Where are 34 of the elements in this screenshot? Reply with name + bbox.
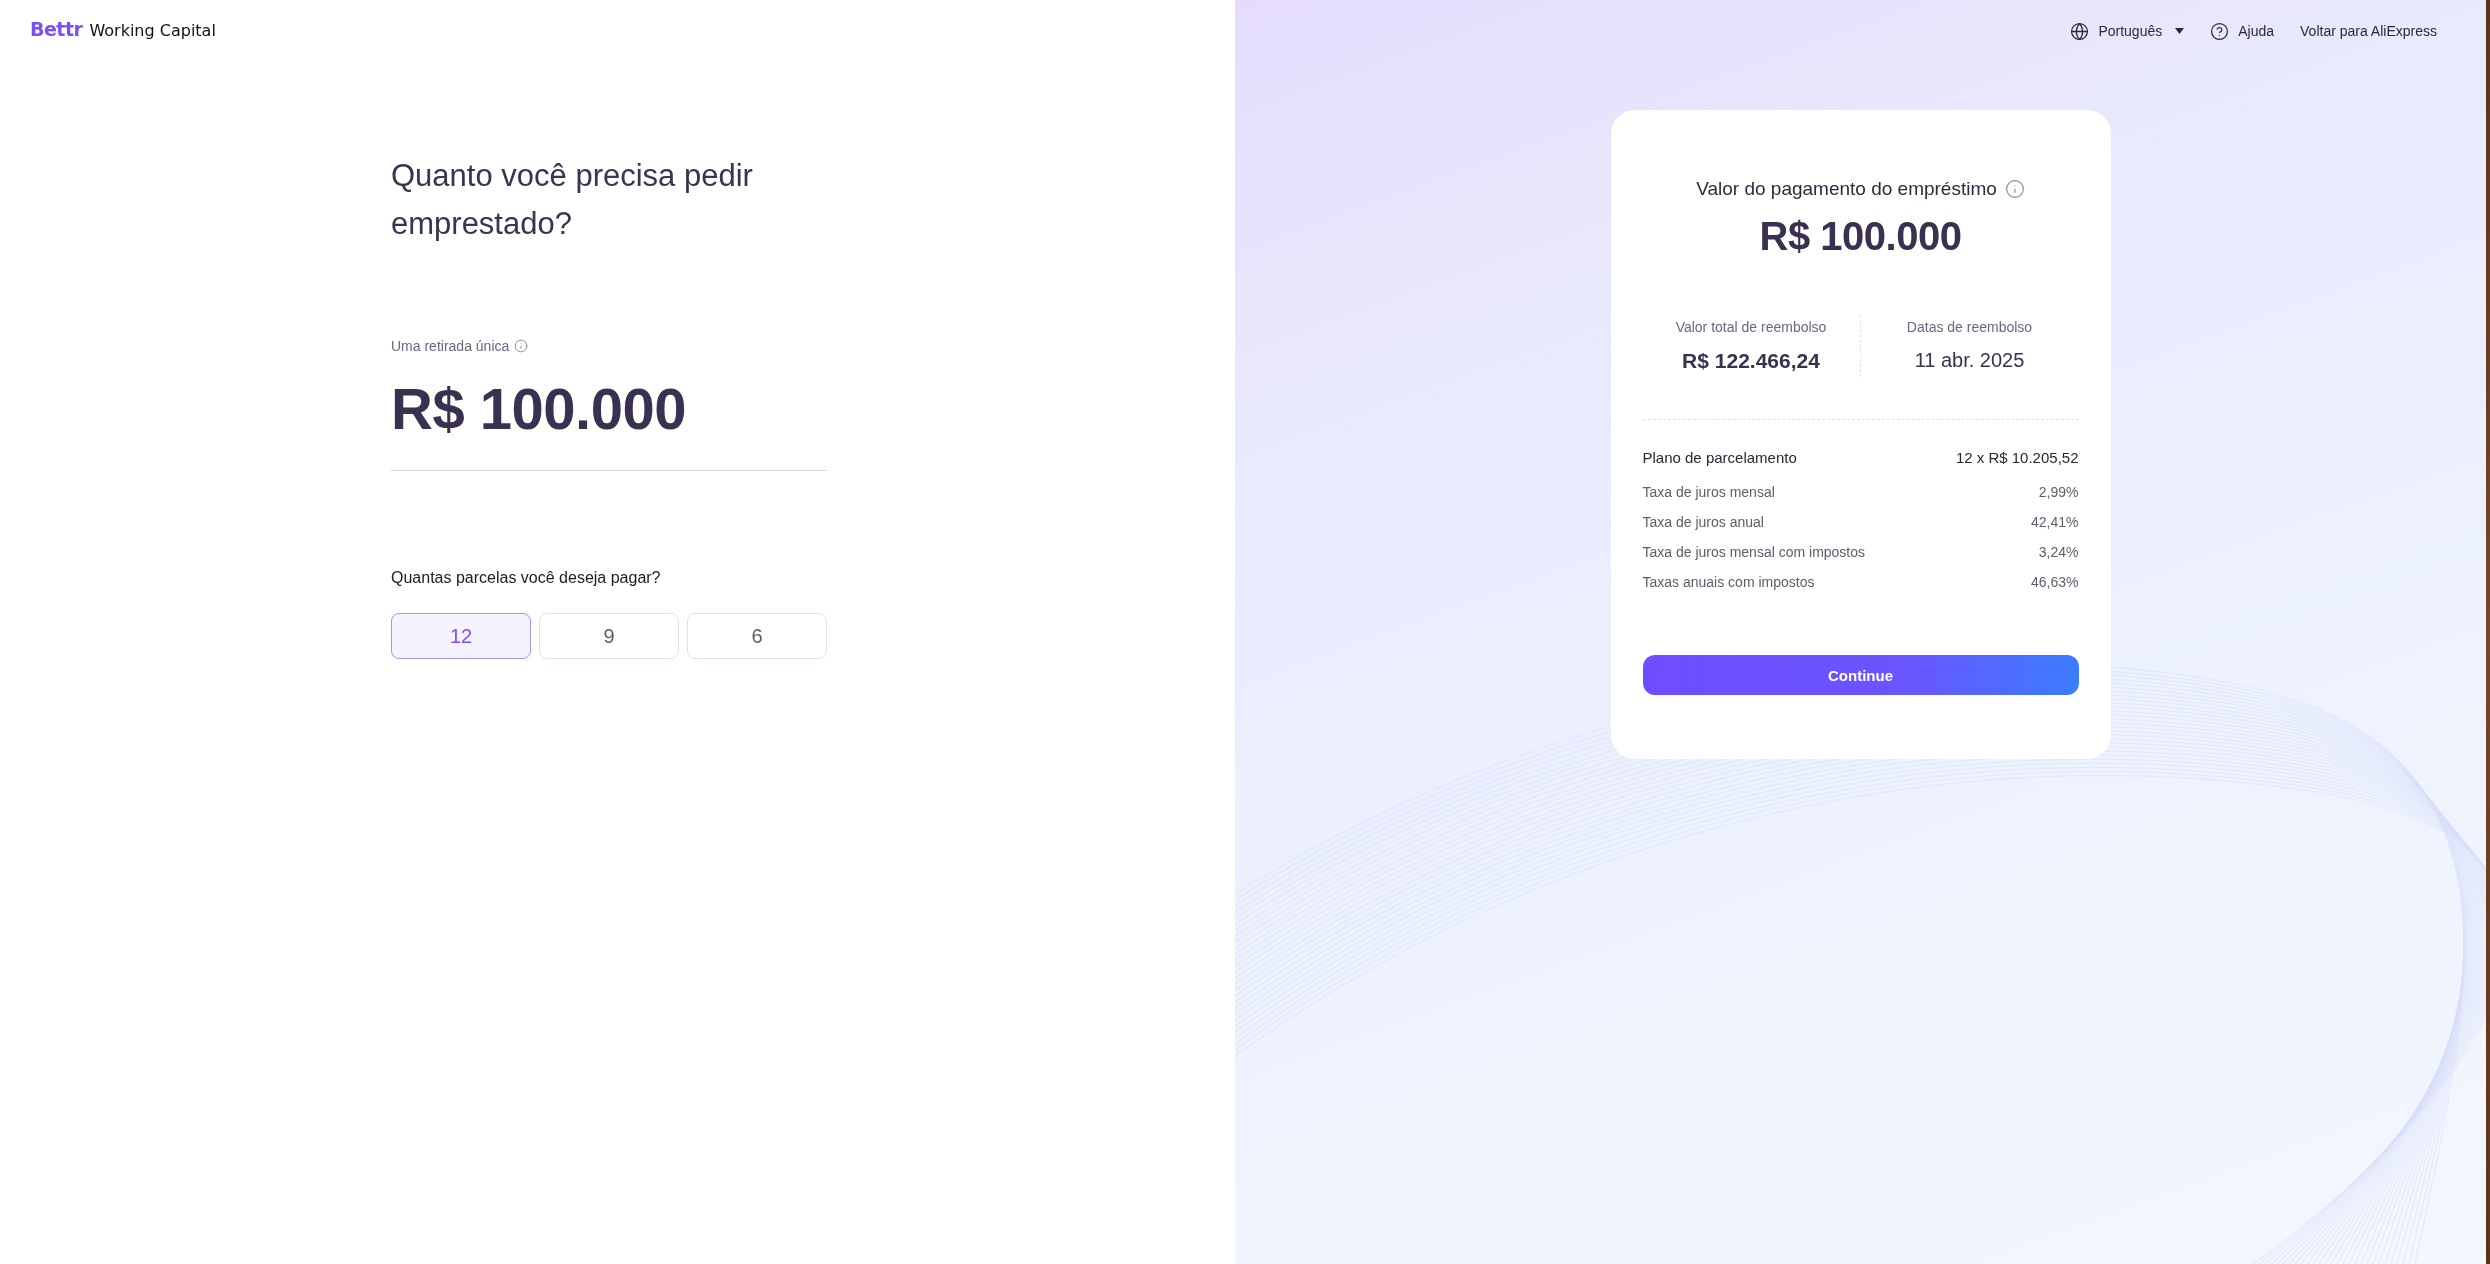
page-heading: Quanto você precisa pedir emprestado? [391,157,754,243]
loan-amount: R$ 100.000 [1758,214,1963,259]
installments-question: Quantas parcelas você deseja pagar? [391,569,662,587]
amount-field[interactable]: R$ 100.000 [391,376,827,471]
globe-icon [2070,21,2090,41]
language-selector[interactable]: Português [2070,21,2185,41]
help-link[interactable]: Ajuda [2210,21,2275,41]
rate-value: 2,99% [2038,484,2079,500]
installment-option[interactable]: 12 [391,613,531,659]
back-link[interactable]: Voltar para AliExpress [2300,23,2437,39]
rate-label: Taxa de juros anual [1642,514,1764,530]
repayment-date: 11 abr. 2025 [1914,349,2025,372]
product-name: Working Capital [89,21,216,40]
rate-label: Taxa de juros mensal com impostos [1642,544,1866,560]
rate-value: 46,63% [2031,574,2079,590]
rate-label: Taxa de juros mensal [1642,484,1775,500]
help-icon [2210,21,2230,41]
rate-value: 42,41% [2031,514,2079,530]
amount-label: Uma retirada única [391,338,510,354]
installment-option[interactable]: 6 [687,613,827,659]
continue-button[interactable]: Continue [1642,655,2079,695]
stat-label: Valor total de reembolso [1675,319,1827,335]
info-icon[interactable] [514,339,529,353]
stat-label: Datas de reembolso [1906,319,2033,335]
brand-logo: Bettr [30,18,83,40]
card-title: Valor do pagamento do empréstimo [1696,178,1997,200]
info-icon[interactable] [2004,179,2025,199]
rate-label: Taxas anuais com impostos [1642,574,1815,590]
installment-option[interactable]: 9 [539,613,679,659]
plan-label: Plano de parcelamento [1642,449,1797,466]
plan-value: 12 x R$ 10.205,52 [1955,449,2079,466]
caret-icon [2175,28,2185,34]
repayment-total: R$ 122.466,24 [1682,349,1820,373]
rate-value: 3,24% [2038,544,2079,560]
